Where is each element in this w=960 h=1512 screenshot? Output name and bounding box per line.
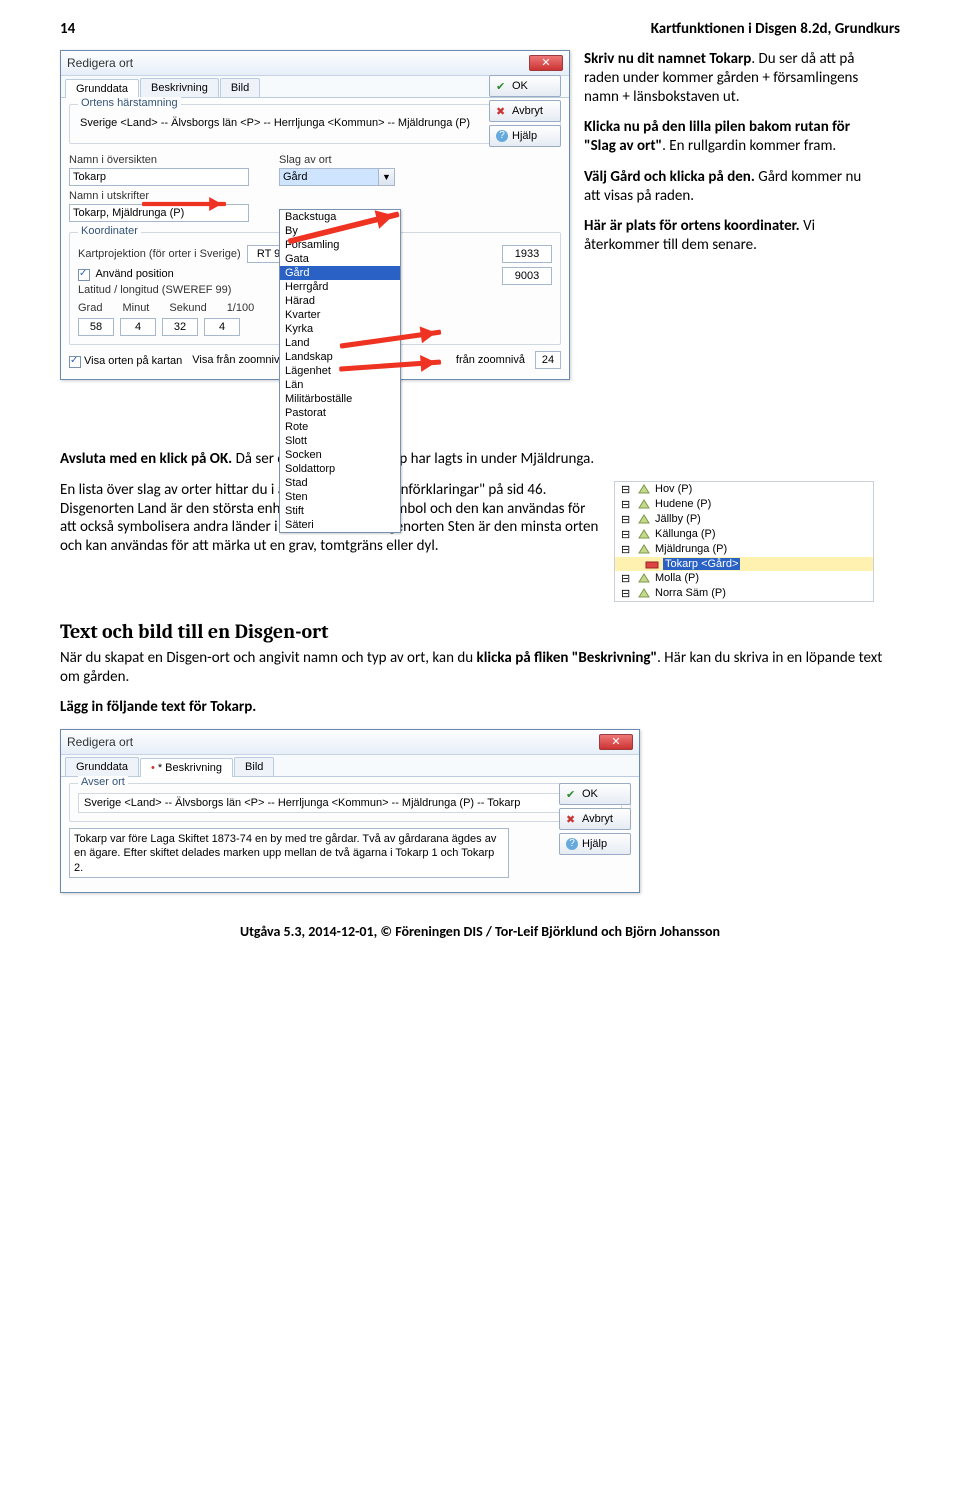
- list-item[interactable]: Härad: [280, 294, 400, 308]
- list-item[interactable]: Sten: [280, 490, 400, 504]
- label-show-on-map: Visa orten på kartan: [84, 355, 182, 367]
- close-icon[interactable]: ✕: [599, 734, 633, 750]
- page-header: 14 Kartfunktionen i Disgen 8.2d, Grundku…: [60, 20, 900, 38]
- help-button[interactable]: ?Hjälp: [489, 125, 561, 147]
- list-item[interactable]: Stad: [280, 476, 400, 490]
- place-icon: [637, 544, 651, 554]
- place-icon: [637, 514, 651, 524]
- tab-grunddata[interactable]: Grunddata: [65, 757, 139, 776]
- list-item[interactable]: Kyrka: [280, 322, 400, 336]
- place-icon: [637, 499, 651, 509]
- cancel-button[interactable]: ✖Avbryt: [489, 100, 561, 122]
- tab-beskrivning[interactable]: * Beskrivning: [140, 758, 233, 777]
- list-item[interactable]: Kvarter: [280, 308, 400, 322]
- group-origin-title: Ortens härstamning: [78, 97, 181, 109]
- input-coord-y[interactable]: [502, 267, 552, 285]
- description-textarea[interactable]: Tokarp var före Laga Skiftet 1873-74 en …: [69, 828, 509, 878]
- x-icon: ✖: [496, 105, 508, 117]
- tab-bild[interactable]: Bild: [234, 757, 274, 776]
- place-icon: [637, 484, 651, 494]
- group-avser-title: Avser ort: [78, 776, 128, 788]
- input-grad[interactable]: [78, 318, 114, 336]
- label-name-overview: Namn i översikten: [69, 154, 249, 166]
- tab-bild[interactable]: Bild: [220, 78, 260, 97]
- farm-icon: [645, 559, 659, 569]
- help-button[interactable]: ?Hjälp: [559, 833, 631, 855]
- instruction-text: Skriv nu dit namnet Tokarp. Du ser då at…: [584, 50, 874, 267]
- list-item[interactable]: Län: [280, 378, 400, 392]
- cancel-button[interactable]: ✖Avbryt: [559, 808, 631, 830]
- list-item-selected[interactable]: Gård: [280, 266, 400, 280]
- place-icon: [637, 573, 651, 583]
- avser-path: Sverige <Land> -- Älvsborgs län <P> -- H…: [78, 793, 622, 813]
- input-sekund[interactable]: [162, 318, 198, 336]
- list-item[interactable]: Stift: [280, 504, 400, 518]
- check-icon: ✔: [566, 788, 578, 800]
- list-item[interactable]: Socken: [280, 448, 400, 462]
- place-tree[interactable]: ⊟Hov (P) ⊟Hudene (P) ⊟Jällby (P) ⊟Källun…: [614, 481, 874, 602]
- tab-grunddata[interactable]: Grunddata: [65, 79, 139, 98]
- page-number: 14: [60, 20, 75, 38]
- label-use-position: Använd position: [95, 268, 173, 280]
- body-paragraph: Avsluta med en klick på OK. Då ser du hu…: [60, 450, 900, 469]
- page-footer: Utgåva 5.3, 2014-12-01, © Föreningen DIS…: [60, 923, 900, 940]
- section-heading: Text och bild till en Disgen-ort: [60, 620, 900, 643]
- ok-button[interactable]: ✔OK: [489, 75, 561, 97]
- list-item[interactable]: Militärboställe: [280, 392, 400, 406]
- origin-path: Sverige <Land> -- Älvsborgs län <P> -- H…: [78, 111, 552, 135]
- input-slag[interactable]: [279, 168, 379, 186]
- group-coord-title: Koordinater: [78, 225, 141, 237]
- label-zoom-to: från zoomnivå: [456, 354, 525, 366]
- label-zoom-from: Visa från zoomnivå: [192, 354, 285, 366]
- list-item[interactable]: Soldattorp: [280, 462, 400, 476]
- list-item[interactable]: Landskap: [280, 350, 400, 364]
- dialog-titlebar[interactable]: Redigera ort ✕: [61, 730, 639, 755]
- arrow-annotation-icon: [142, 202, 226, 206]
- question-icon: ?: [496, 130, 508, 142]
- input-name-overview[interactable]: [69, 168, 249, 186]
- list-item[interactable]: Pastorat: [280, 406, 400, 420]
- dialog-title: Redigera ort: [67, 56, 133, 70]
- dialog-titlebar[interactable]: Redigera ort ✕: [61, 51, 569, 76]
- place-icon: [637, 588, 651, 598]
- input-hundradel[interactable]: [204, 318, 240, 336]
- input-zoom-to[interactable]: [535, 351, 561, 369]
- page-title: Kartfunktionen i Disgen 8.2d, Grundkurs: [651, 20, 900, 38]
- dialog-title: Redigera ort: [67, 735, 133, 749]
- checkbox-show-on-map[interactable]: [69, 356, 81, 368]
- x-icon: ✖: [566, 813, 578, 825]
- dialog-redigera-ort: Redigera ort ✕ Grunddata Beskrivning Bil…: [60, 50, 570, 380]
- place-icon: [637, 529, 651, 539]
- list-item[interactable]: Herrgård: [280, 280, 400, 294]
- list-item[interactable]: Säteri: [280, 518, 400, 532]
- close-icon[interactable]: ✕: [529, 55, 563, 71]
- checkbox-use-position[interactable]: [78, 269, 90, 281]
- chevron-down-icon[interactable]: ▼: [379, 168, 395, 186]
- tab-beskrivning[interactable]: Beskrivning: [140, 78, 219, 97]
- input-coord-x[interactable]: [502, 245, 552, 263]
- body-paragraph: När du skapat en Disgen-ort och angivit …: [60, 649, 900, 717]
- label-projection: Kartprojektion (för orter i Sverige): [78, 248, 241, 260]
- question-icon: ?: [566, 838, 578, 850]
- input-minut[interactable]: [120, 318, 156, 336]
- list-item[interactable]: Rote: [280, 420, 400, 434]
- dialog-redigera-ort-beskrivning: Redigera ort ✕ Grunddata * Beskrivning B…: [60, 729, 640, 893]
- list-item[interactable]: Gata: [280, 252, 400, 266]
- label-slag: Slag av ort: [279, 154, 395, 166]
- ok-button[interactable]: ✔OK: [559, 783, 631, 805]
- check-icon: ✔: [496, 80, 508, 92]
- list-item[interactable]: Slott: [280, 434, 400, 448]
